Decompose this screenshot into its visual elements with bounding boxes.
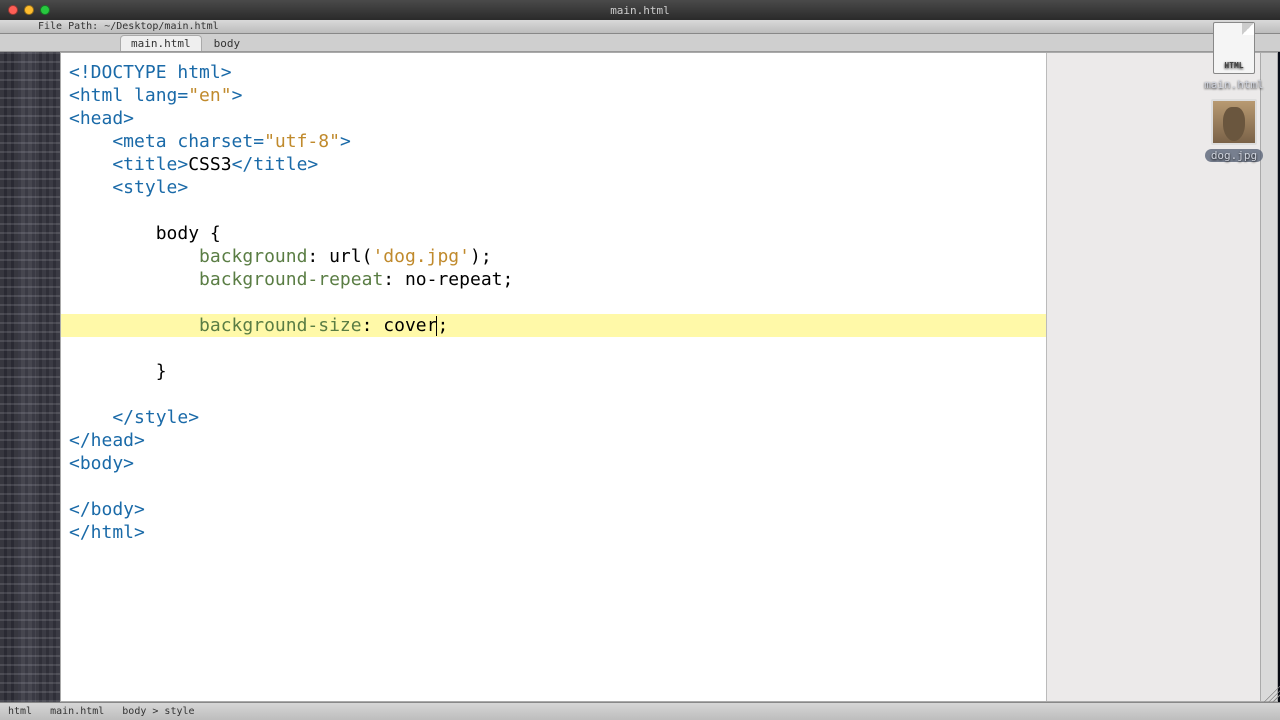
code-token: );: [470, 246, 492, 267]
code-token: >: [232, 85, 243, 106]
code-token: >: [340, 131, 351, 152]
code-token: CSS3: [188, 154, 231, 175]
resize-grip-icon[interactable]: [1262, 684, 1280, 702]
editor-frame: <!DOCTYPE html> <html lang="en"> <head> …: [60, 52, 1278, 702]
code-token: <title>: [69, 154, 188, 175]
file-icon-badge: HTML: [1224, 61, 1243, 70]
file-icon-html[interactable]: HTML: [1213, 22, 1255, 74]
file-label[interactable]: dog.jpg: [1205, 149, 1263, 162]
blank-line: [61, 292, 69, 313]
tab-main-html[interactable]: main.html: [120, 35, 202, 51]
code-token: ;: [437, 315, 448, 336]
status-right: body > style: [122, 706, 194, 717]
status-left: html: [8, 706, 32, 717]
window-title: main.html: [0, 4, 1280, 17]
code-token: <!DOCTYPE html>: [69, 62, 232, 83]
code-token: 'dog.jpg': [372, 246, 470, 267]
code-token: lang=: [134, 85, 188, 106]
desktop-icons: HTML main.html dog.jpg: [1194, 22, 1274, 162]
code-token: <meta: [69, 131, 177, 152]
blank-line: [61, 200, 69, 221]
code-token: <style>: [69, 177, 188, 198]
zoom-icon[interactable]: [40, 5, 50, 15]
code-token: background: [199, 246, 307, 267]
file-path-label: File Path: ~/Desktop/main.html: [38, 21, 219, 32]
editor-toolbar: File Path: ~/Desktop/main.html: [0, 20, 1280, 34]
code-token: </style>: [69, 407, 199, 428]
minimize-icon[interactable]: [24, 5, 34, 15]
code-token: body {: [69, 223, 221, 244]
breadcrumb-label: body: [214, 37, 241, 50]
code-token: <head>: [69, 108, 134, 129]
code-area[interactable]: <!DOCTYPE html> <html lang="en"> <head> …: [61, 53, 1046, 701]
code-token: </html>: [69, 522, 145, 543]
code-token: charset=: [177, 131, 264, 152]
highlighted-line: background-size: cover;: [61, 314, 1046, 337]
code-token: : no-repeat;: [383, 269, 513, 290]
code-token: }: [69, 361, 167, 382]
blank-line: [61, 384, 69, 405]
tab-bar: main.html body: [0, 34, 1280, 52]
code-token: "en": [188, 85, 231, 106]
code-token: </body>: [69, 499, 145, 520]
close-icon[interactable]: [8, 5, 18, 15]
editor-main: <!DOCTYPE html> <html lang="en"> <head> …: [0, 52, 1280, 702]
code-token: </head>: [69, 430, 145, 451]
code-token: "utf-8": [264, 131, 340, 152]
code-token: background-size: [199, 315, 362, 336]
folding-gutter[interactable]: [0, 52, 60, 702]
code-token: <body>: [69, 453, 134, 474]
status-bar: html main.html body > style: [0, 702, 1280, 720]
code-token: <html: [69, 85, 134, 106]
code-token: [69, 246, 199, 267]
code-token: </title>: [232, 154, 319, 175]
code-token: [69, 315, 199, 336]
breadcrumb[interactable]: body: [206, 36, 249, 51]
code-token: background-repeat: [199, 269, 383, 290]
window-titlebar[interactable]: main.html: [0, 0, 1280, 20]
code-token: : url(: [307, 246, 372, 267]
status-mid: main.html: [50, 706, 104, 717]
file-label[interactable]: main.html: [1204, 78, 1264, 91]
code-token: [69, 269, 199, 290]
tab-label: main.html: [131, 37, 191, 50]
blank-line: [61, 476, 69, 497]
code-token: : cover: [362, 315, 438, 336]
file-icon-image[interactable]: [1211, 99, 1257, 145]
